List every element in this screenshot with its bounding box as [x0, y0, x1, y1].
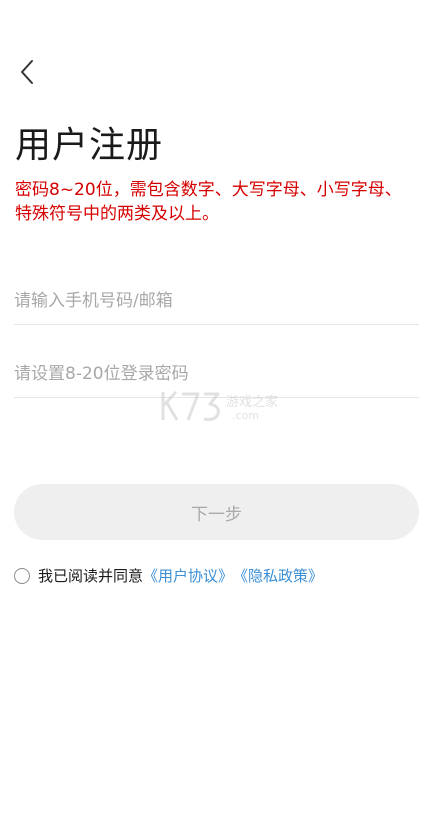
next-step-button[interactable]: 下一步: [14, 484, 419, 540]
privacy-policy-link[interactable]: 《隐私政策》: [233, 565, 323, 586]
page-title: 用户注册: [15, 125, 164, 166]
agree-checkbox[interactable]: [14, 567, 30, 584]
chevron-left-icon: [21, 60, 33, 84]
agreement-prefix: 我已阅读并同意: [38, 567, 144, 585]
back-button[interactable]: [10, 54, 46, 90]
password-requirement-hint: 密码8~20位，需包含数字、大写字母、小写字母、特殊符号中的两类及以上。: [15, 180, 402, 224]
svg-text:游戏之家: 游戏之家: [226, 394, 278, 410]
account-field: [14, 278, 419, 325]
account-input[interactable]: [14, 278, 419, 324]
watermark-logo: 游戏之家 .com: [160, 386, 290, 430]
svg-text:.com: .com: [232, 409, 259, 422]
user-agreement-link[interactable]: 《用户协议》: [143, 565, 233, 586]
agreement-row: 我已阅读并同意 《用户协议》 《隐私政策》: [14, 565, 323, 586]
